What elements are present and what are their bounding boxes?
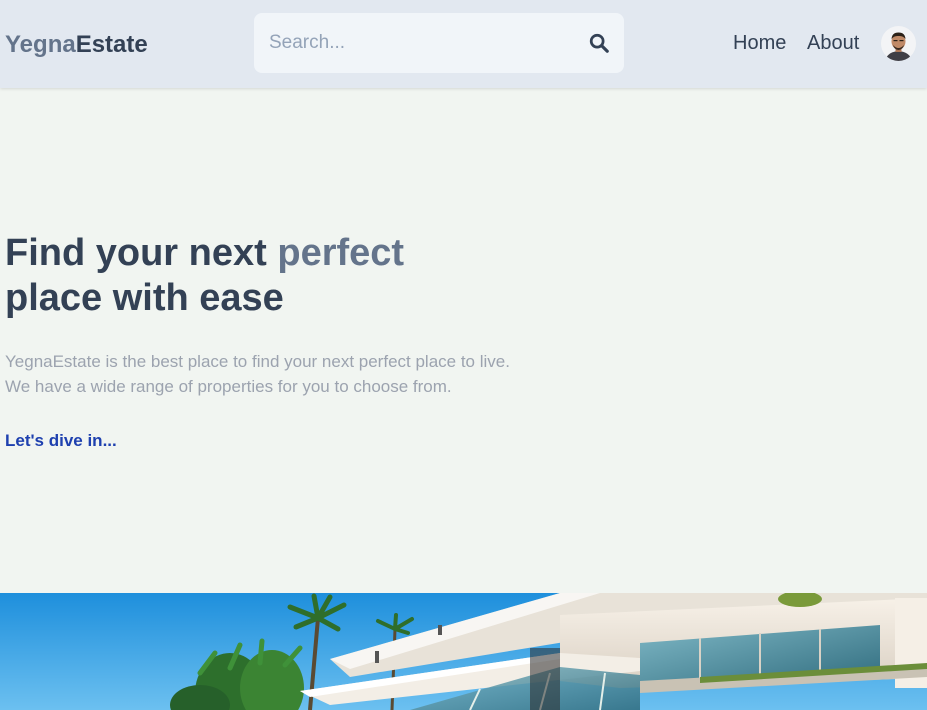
hero-description-line1: YegnaEstate is the best place to find yo… (5, 352, 510, 371)
nav-home-link[interactable]: Home (733, 30, 786, 56)
logo-part-estate: Estate (75, 31, 148, 58)
search-icon[interactable] (588, 32, 610, 54)
logo[interactable]: YegnaEstate (5, 30, 148, 60)
search-form (254, 13, 624, 73)
hero-cta-link[interactable]: Let's dive in... (5, 430, 117, 452)
logo-part-yegna: Yegna (5, 31, 76, 58)
hero-title-accent: perfect (277, 232, 405, 274)
hero-description-line2: We have a wide range of properties for y… (5, 377, 452, 396)
property-image (0, 593, 927, 710)
hero-section: Find your next perfect place with ease Y… (0, 88, 927, 593)
avatar[interactable] (881, 26, 916, 61)
hero-title: Find your next perfect place with ease (5, 231, 525, 321)
hero-description: YegnaEstate is the best place to find yo… (5, 349, 545, 399)
house-photo (0, 593, 927, 710)
hero-title-part1: Find your next (5, 232, 278, 274)
avatar-image (881, 26, 916, 61)
search-input[interactable] (254, 13, 574, 73)
site-header: YegnaEstate Home About (0, 0, 927, 88)
nav-about-link[interactable]: About (807, 30, 859, 56)
hero-title-part2: place with ease (5, 277, 284, 319)
